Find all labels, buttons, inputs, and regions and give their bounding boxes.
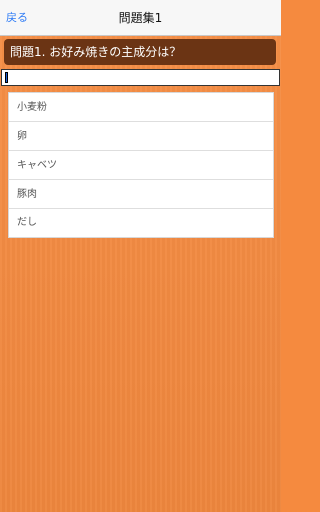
answer-option[interactable]: 豚肉 (9, 180, 273, 209)
answer-input[interactable] (1, 69, 280, 86)
question-panel: 問題1. お好み焼きの主成分は？ (4, 39, 276, 65)
answer-options-list: 小麦粉 卵 キャベツ 豚肉 だし (8, 92, 274, 238)
answer-option[interactable]: 小麦粉 (9, 93, 273, 122)
answer-option[interactable]: キャベツ (9, 151, 273, 180)
answer-option[interactable]: だし (9, 209, 273, 237)
navigation-bar: 戻る 問題集1 (0, 0, 281, 36)
question-text: 問題1. お好み焼きの主成分は？ (10, 45, 182, 59)
page-title: 問題集1 (118, 11, 163, 25)
text-cursor (5, 72, 8, 83)
answer-option[interactable]: 卵 (9, 122, 273, 151)
